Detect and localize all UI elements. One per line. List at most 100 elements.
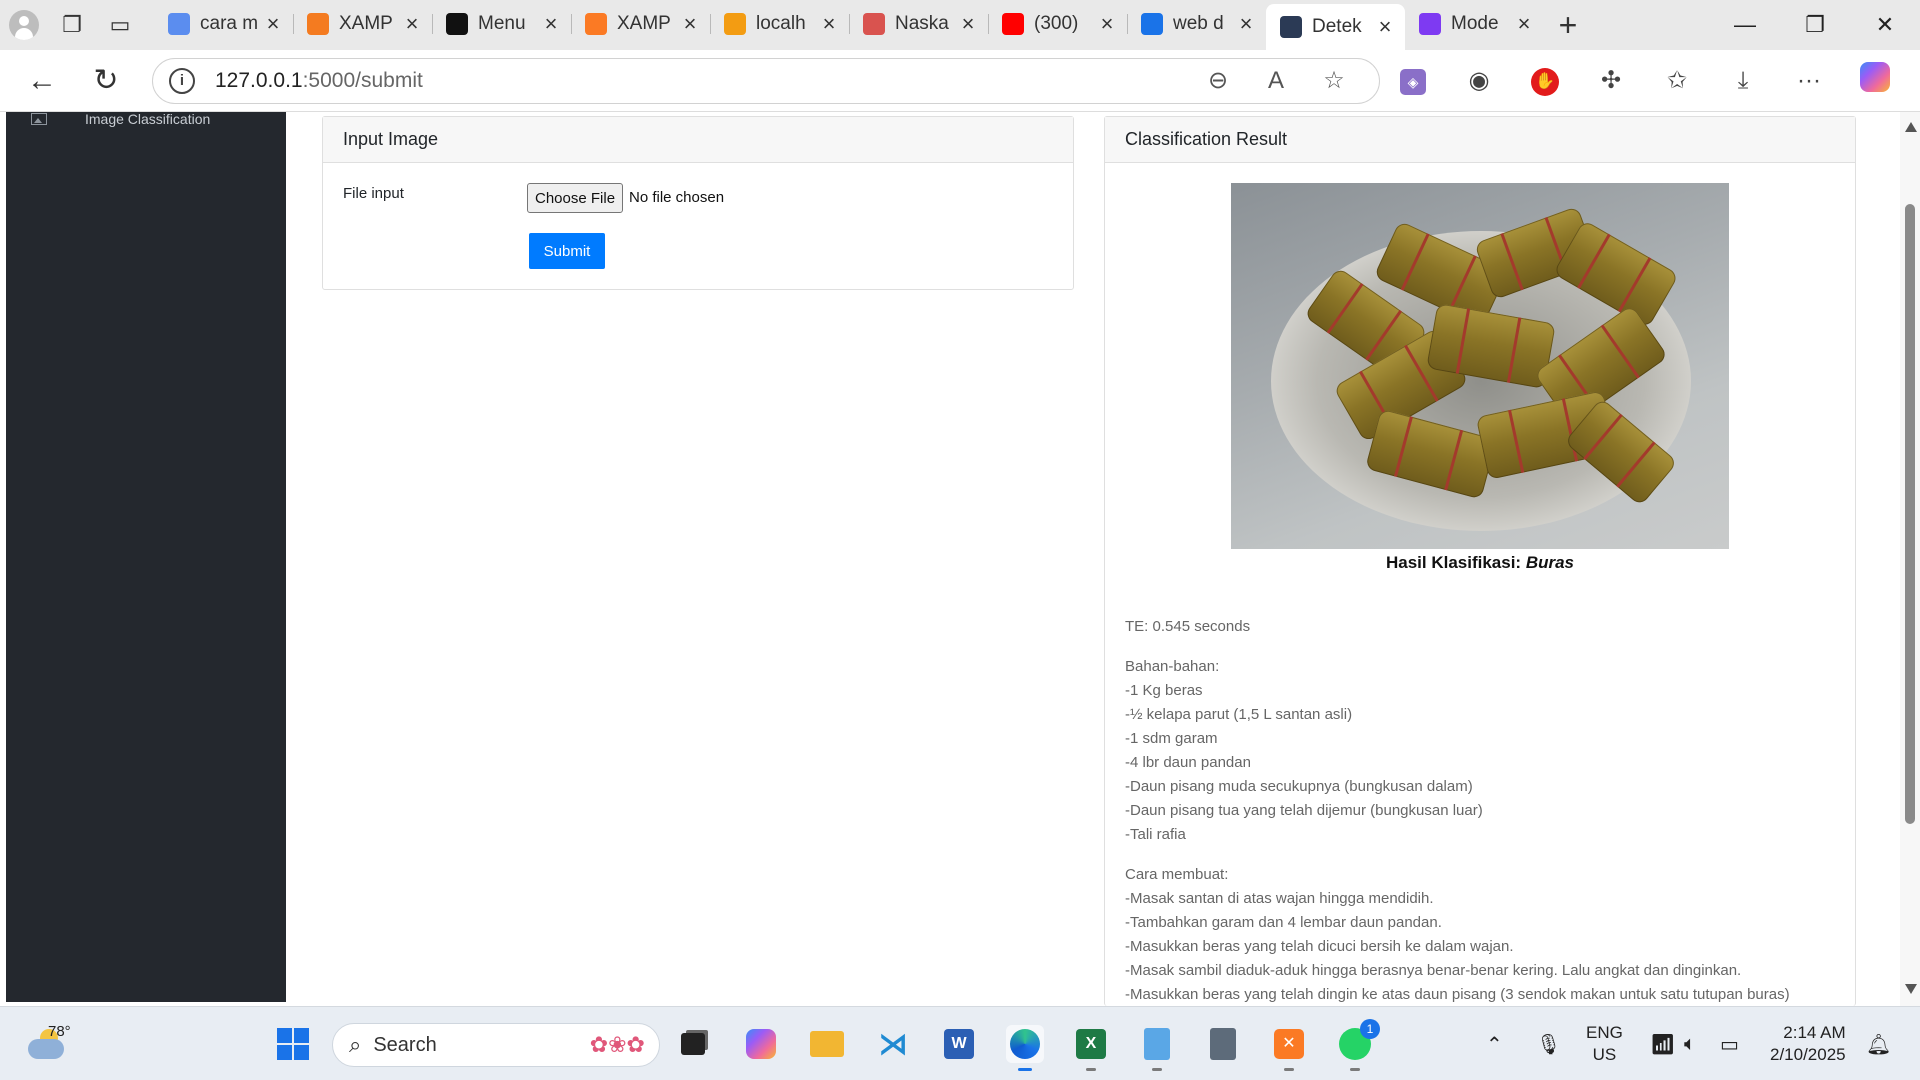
more-menu-button[interactable]: ··· xyxy=(1776,67,1842,95)
diamond-icon xyxy=(307,13,329,35)
tab-title: Menu xyxy=(478,13,526,34)
close-tab-icon[interactable]: × xyxy=(1514,11,1534,37)
refresh-button[interactable]: ↻ xyxy=(74,63,138,98)
chevron-up-icon: ⌃ xyxy=(1486,1033,1503,1056)
copilot-taskbar-button[interactable] xyxy=(742,1025,780,1063)
profile-button[interactable] xyxy=(0,0,48,50)
tab-actions-button[interactable]: ▭ xyxy=(96,0,144,50)
adblock-button[interactable]: ✋ xyxy=(1512,65,1578,96)
network-button[interactable]: 📶︎ xyxy=(1650,1007,1675,1080)
scroll-down-arrow-icon[interactable] xyxy=(1905,984,1917,994)
browser-tab[interactable]: localh × xyxy=(710,4,849,44)
close-tab-icon[interactable]: × xyxy=(541,11,561,37)
close-tab-icon[interactable]: × xyxy=(263,11,283,37)
word-button[interactable]: W xyxy=(940,1025,978,1063)
vscode-button[interactable]: ⋊ xyxy=(874,1025,912,1063)
extensions-button[interactable]: ✣ xyxy=(1578,66,1644,95)
close-tab-icon[interactable]: × xyxy=(1097,11,1117,37)
whatsapp-notification-badge: 1 xyxy=(1360,1019,1380,1039)
browser-tab[interactable]: XAMP × xyxy=(571,4,710,44)
minimize-button[interactable]: — xyxy=(1710,12,1780,38)
cloud-icon xyxy=(28,1039,64,1059)
close-tab-icon[interactable]: × xyxy=(680,11,700,37)
calculator-button[interactable] xyxy=(1204,1025,1242,1063)
search-icon: ⌕ xyxy=(349,1032,362,1057)
submit-button[interactable]: Submit xyxy=(529,233,605,269)
record-icon: ◉ xyxy=(1468,67,1490,94)
browser-tab[interactable]: web d × xyxy=(1127,4,1266,44)
notification-bell-icon: 🔔︎ xyxy=(1866,1033,1892,1056)
tab-title: cara m xyxy=(200,13,259,34)
step-line: -Tambahkan garam dan 4 lembar daun panda… xyxy=(1125,914,1442,931)
volume-button[interactable]: 🔈︎ xyxy=(1684,1007,1696,1080)
step-line: -Masak sambil diaduk-aduk hingga berasny… xyxy=(1125,962,1742,979)
weather-widget[interactable]: 78° xyxy=(26,1021,76,1067)
clock-time: 2:14 AM xyxy=(1783,1023,1846,1042)
close-tab-icon[interactable]: × xyxy=(402,11,422,37)
taskbar-search-label: Search xyxy=(373,1033,437,1056)
copilot-button[interactable] xyxy=(1842,62,1908,99)
image-icon xyxy=(31,113,47,125)
notepad-button[interactable] xyxy=(1138,1025,1176,1071)
extension-purple-button[interactable]: ◈ xyxy=(1380,66,1446,95)
favorites-button[interactable]: ✩ xyxy=(1644,66,1710,95)
extension-purple-icon: ◈ xyxy=(1400,69,1426,95)
taskbar-search[interactable]: ⌕ Search ✿❀✿ xyxy=(332,1023,660,1067)
pdf-icon xyxy=(863,13,885,35)
clock[interactable]: 2:14 AM 2/10/2025 xyxy=(1770,1007,1846,1080)
puzzle-icon: ✣ xyxy=(1600,67,1622,94)
ingredient-line: -Daun pisang tua yang telah dijemur (bun… xyxy=(1125,802,1483,819)
url-text[interactable]: 127.0.0.1:5000/submit xyxy=(215,69,1189,93)
file-explorer-button[interactable] xyxy=(808,1025,846,1063)
close-tab-icon[interactable]: × xyxy=(958,11,978,37)
language-indicator[interactable]: ENG US xyxy=(1586,1007,1623,1080)
start-button[interactable] xyxy=(274,1025,312,1063)
show-hidden-icons-button[interactable]: ⌃ xyxy=(1486,1007,1503,1080)
browser-tab[interactable]: XAMP × xyxy=(293,4,432,44)
close-tab-icon[interactable]: × xyxy=(1236,11,1256,37)
browser-tab[interactable]: Mode × xyxy=(1405,4,1544,44)
browser-tab[interactable]: Detek × xyxy=(1266,4,1405,50)
excel-button[interactable]: X xyxy=(1072,1025,1110,1071)
close-window-button[interactable]: ✕ xyxy=(1850,12,1920,38)
mic-muted-icon: 🎙︎ xyxy=(1536,1033,1562,1056)
scrollbar-thumb[interactable] xyxy=(1905,204,1915,824)
close-tab-icon[interactable]: × xyxy=(1375,14,1395,40)
url-field[interactable]: i 127.0.0.1:5000/submit ⊖ A ☆ xyxy=(152,57,1380,104)
flowers-icon: ✿❀✿ xyxy=(589,1032,645,1057)
site-info-icon[interactable]: i xyxy=(169,67,195,94)
zoom-out-icon[interactable]: ⊖ xyxy=(1189,66,1247,95)
tab-title: (300) xyxy=(1034,13,1079,34)
close-tab-icon[interactable]: × xyxy=(819,11,839,37)
browser-tab[interactable]: (300) × xyxy=(988,4,1127,44)
browser-tab[interactable]: Menu × xyxy=(432,4,571,44)
restore-button[interactable]: ❐ xyxy=(1780,12,1850,38)
notifications-button[interactable]: 🔔︎ xyxy=(1866,1007,1891,1080)
xampp-icon: ✕ xyxy=(1274,1029,1304,1059)
task-view-button[interactable] xyxy=(674,1025,712,1063)
scroll-up-arrow-icon[interactable] xyxy=(1905,122,1917,132)
back-button[interactable]: ← xyxy=(10,64,74,98)
extension-record-button[interactable]: ◉ xyxy=(1446,66,1512,95)
choose-file-button[interactable]: Choose File xyxy=(527,183,624,213)
sidebar-item-image-classification[interactable]: Image Classification xyxy=(6,111,286,127)
page-scrollbar[interactable] xyxy=(1900,112,1920,1006)
edge-button[interactable] xyxy=(1006,1025,1044,1071)
browser-tab[interactable]: cara m × xyxy=(154,4,293,44)
whatsapp-button[interactable]: 1 xyxy=(1336,1019,1380,1071)
file-status-text: No file chosen xyxy=(629,189,725,206)
browser-tab[interactable]: Naska × xyxy=(849,4,988,44)
language-line2: US xyxy=(1592,1045,1617,1064)
clock-date: 2/10/2025 xyxy=(1770,1045,1846,1064)
favorite-star-icon[interactable]: ☆ xyxy=(1305,66,1363,95)
new-tab-button[interactable]: + xyxy=(1544,7,1592,44)
microphone-muted-button[interactable]: 🎙︎ xyxy=(1536,1007,1561,1080)
read-aloud-icon[interactable]: A xyxy=(1247,67,1305,95)
xampp-button[interactable]: ✕ xyxy=(1270,1025,1308,1071)
downloads-button[interactable]: ⤓ xyxy=(1710,67,1776,95)
workspaces-button[interactable]: ❐ xyxy=(48,0,96,50)
step-line: -Masukkan beras yang telah dicuci bersih… xyxy=(1125,938,1514,955)
word-icon: W xyxy=(944,1029,974,1059)
battery-button[interactable]: ▭ xyxy=(1720,1007,1739,1080)
task-view-icon xyxy=(681,1033,705,1055)
